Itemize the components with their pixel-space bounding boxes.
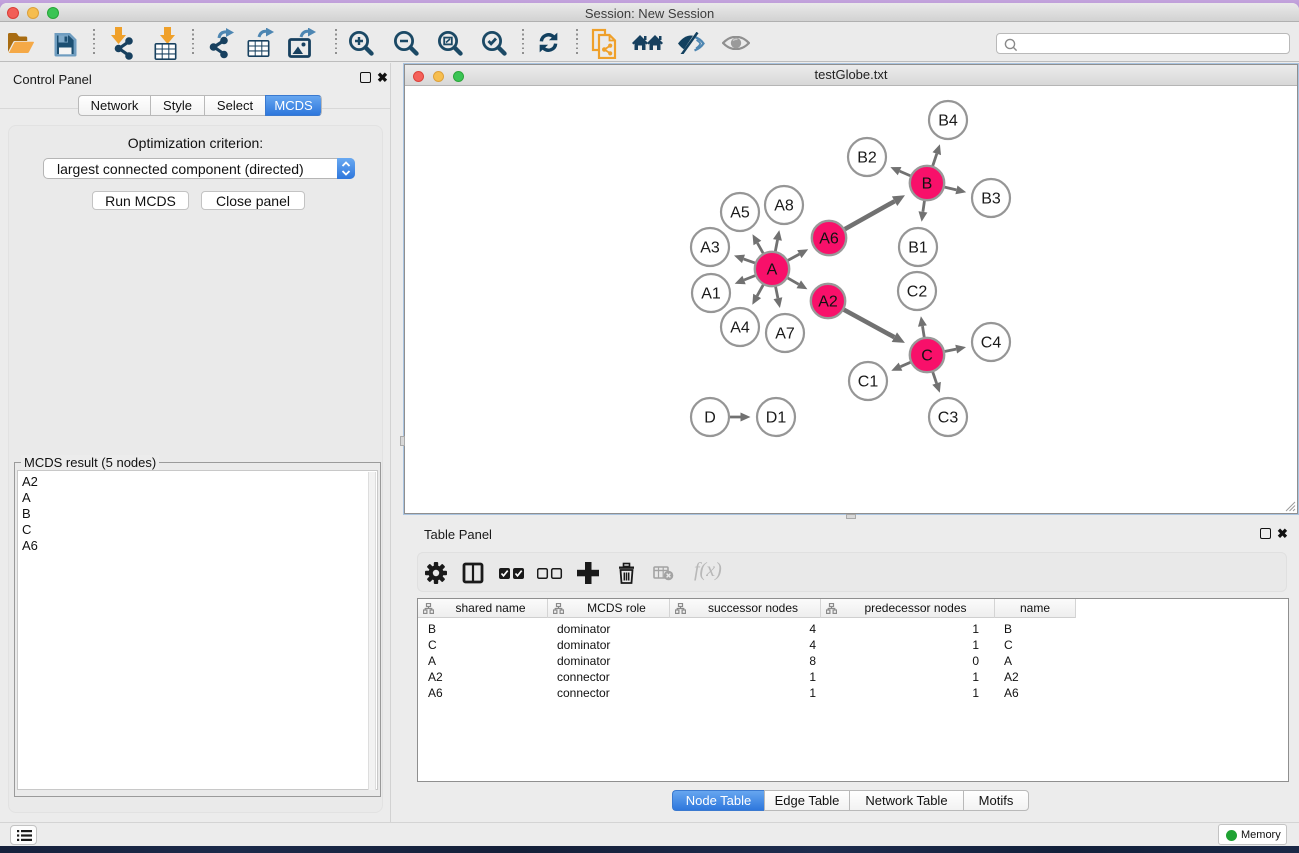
svg-text:B1: B1 bbox=[908, 240, 928, 257]
svg-text:D1: D1 bbox=[766, 410, 787, 427]
svg-text:A3: A3 bbox=[700, 240, 720, 257]
svg-text:B2: B2 bbox=[857, 150, 877, 167]
svg-text:A2: A2 bbox=[818, 294, 838, 311]
svg-text:A5: A5 bbox=[730, 205, 750, 222]
svg-text:C3: C3 bbox=[938, 410, 959, 427]
svg-text:C1: C1 bbox=[858, 374, 879, 391]
svg-text:C: C bbox=[921, 348, 933, 365]
svg-text:D: D bbox=[704, 410, 716, 427]
svg-text:A8: A8 bbox=[774, 198, 794, 215]
svg-text:B4: B4 bbox=[938, 113, 958, 130]
svg-text:C4: C4 bbox=[981, 335, 1002, 352]
svg-text:B: B bbox=[922, 176, 933, 193]
svg-text:A4: A4 bbox=[730, 320, 750, 337]
svg-text:A7: A7 bbox=[775, 326, 795, 343]
svg-text:C2: C2 bbox=[907, 284, 928, 301]
svg-text:A1: A1 bbox=[701, 286, 721, 303]
svg-text:A: A bbox=[767, 262, 778, 279]
svg-text:B3: B3 bbox=[981, 191, 1001, 208]
svg-text:A6: A6 bbox=[819, 231, 839, 248]
